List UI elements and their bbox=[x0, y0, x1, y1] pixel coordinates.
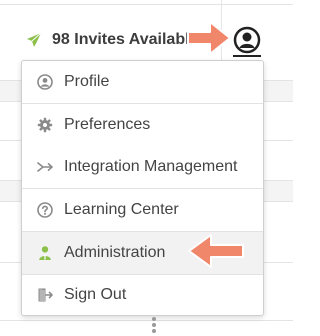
menu-item-learning-center[interactable]: Learning Center bbox=[22, 189, 263, 231]
user-circle-icon bbox=[233, 26, 261, 54]
menu-item-label: Integration Management bbox=[64, 158, 238, 175]
question-circle-icon bbox=[36, 201, 54, 219]
invites-status: 98 Invites Available bbox=[26, 28, 210, 52]
sign-out-icon bbox=[36, 286, 54, 304]
callout-arrow bbox=[186, 18, 234, 58]
more-options-icon[interactable] bbox=[151, 314, 157, 336]
menu-item-label: Profile bbox=[64, 73, 110, 90]
callout-arrow bbox=[187, 231, 245, 271]
menu-item-label: Preferences bbox=[64, 116, 151, 133]
menu-item-profile[interactable]: Profile bbox=[22, 61, 263, 103]
divider bbox=[0, 320, 293, 321]
paper-plane-icon bbox=[26, 32, 42, 48]
merge-arrow-icon bbox=[36, 158, 54, 176]
user-dropdown-menu: Profile Preferences Integration Manageme… bbox=[21, 60, 264, 316]
menu-item-preferences[interactable]: Preferences bbox=[22, 104, 263, 146]
user-menu-button[interactable] bbox=[232, 25, 262, 57]
admin-user-icon bbox=[36, 244, 54, 262]
user-circle-icon bbox=[36, 73, 54, 91]
menu-item-sign-out[interactable]: Sign Out bbox=[22, 274, 263, 316]
menu-item-label: Administration bbox=[64, 244, 166, 261]
menu-item-integration-management[interactable]: Integration Management bbox=[22, 146, 263, 188]
gear-icon bbox=[36, 116, 54, 134]
menu-item-label: Sign Out bbox=[64, 286, 127, 303]
divider bbox=[0, 4, 293, 5]
menu-item-label: Learning Center bbox=[64, 201, 179, 218]
